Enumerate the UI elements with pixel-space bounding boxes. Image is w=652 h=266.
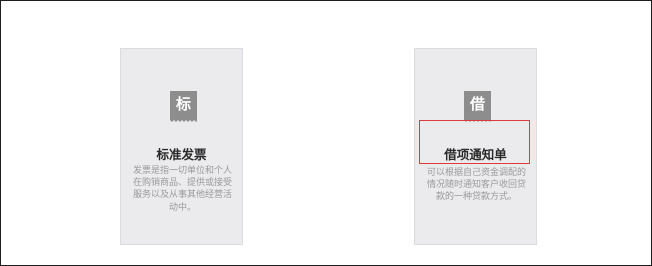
card-description: 发票是指一切单位和个人在购销商品、提供或接受服务以及从事其他经营活动中。 [132,166,232,213]
card-description: 可以根据自己资金调配的情况随时通知客户收回贷款的一种贷款方式。 [426,168,526,203]
debit-ticket-icon: 借 [464,91,491,123]
card-standard-invoice[interactable]: 标 标准发票 发票是指一切单位和个人在购销商品、提供或接受服务以及从事其他经营活… [120,48,243,245]
card-debit-memo[interactable]: 借 借项通知单 可以根据自己资金调配的情况随时通知客户收回贷款的一种贷款方式。 [414,48,537,245]
card-title: 标准发票 [156,147,207,162]
card-title: 借项通知单 [444,147,507,162]
dialog-frame: 标 标准发票 发票是指一切单位和个人在购销商品、提供或接受服务以及从事其他经营活… [0,0,652,266]
invoice-ticket-icon: 标 [170,91,197,123]
